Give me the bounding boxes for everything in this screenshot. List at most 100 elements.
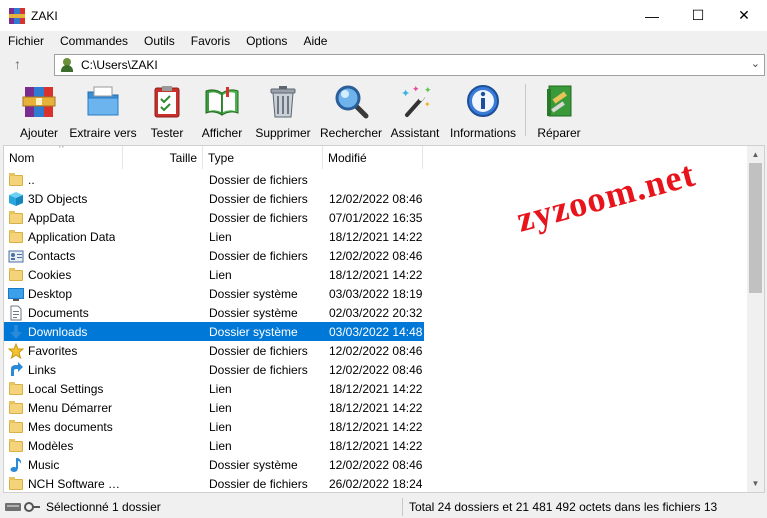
- table-row[interactable]: Mes documents Lien 18/12/2021 14:22: [4, 417, 748, 436]
- search-label: Rechercher: [319, 126, 383, 140]
- scroll-up-arrow[interactable]: ▲: [747, 146, 764, 163]
- table-row[interactable]: Application Data Lien 18/12/2021 14:22: [4, 227, 748, 246]
- status-separator: [402, 498, 403, 516]
- address-path: C:\Users\ZAKI: [81, 58, 158, 72]
- address-dropdown-icon[interactable]: ⌄: [751, 57, 760, 70]
- toolbar-separator: [525, 84, 526, 136]
- cell-name: Downloads: [4, 324, 123, 340]
- cell-type: Lien: [209, 419, 232, 434]
- file-name: Mes documents: [28, 419, 113, 434]
- table-row-selected[interactable]: Downloads Dossier système 03/03/2022 14:48: [4, 322, 424, 341]
- folder-icon: [8, 381, 24, 397]
- extract-to-button[interactable]: Extraire vers: [69, 80, 137, 140]
- status-bar: Sélectionné 1 dossier Total 24 dossiers …: [0, 496, 767, 518]
- cell-modified: 12/02/2022 08:46: [329, 343, 423, 358]
- cell-modified: 18/12/2021 14:22: [329, 438, 423, 453]
- column-size-header[interactable]: Taille: [123, 146, 203, 169]
- view-button[interactable]: Afficher: [198, 80, 246, 140]
- toolbar: Ajouter Extraire vers Tester Afficher Su…: [0, 80, 767, 140]
- cell-name: Cookies: [4, 267, 123, 283]
- cell-name: Documents: [4, 305, 123, 321]
- folder-icon: [8, 438, 24, 454]
- cell-modified: 18/12/2021 14:22: [329, 400, 423, 415]
- minimize-button[interactable]: —: [629, 0, 675, 31]
- cell-name: Contacts: [4, 248, 123, 264]
- table-row[interactable]: Modèles Lien 18/12/2021 14:22: [4, 436, 748, 455]
- cell-type: Dossier de fichiers: [209, 343, 308, 358]
- folder-icon: [8, 210, 24, 226]
- cell-type: Lien: [209, 267, 232, 282]
- scrollbar-thumb[interactable]: [749, 163, 762, 293]
- column-modified-header[interactable]: Modifié: [323, 146, 423, 169]
- cell-name: Music: [4, 457, 123, 473]
- menu-outils[interactable]: Outils: [136, 34, 183, 48]
- menu-commandes[interactable]: Commandes: [52, 34, 136, 48]
- file-name: Modèles: [28, 438, 74, 453]
- cell-name: 3D Objects: [4, 191, 123, 207]
- table-row[interactable]: Links Dossier de fichiers 12/02/2022 08:46: [4, 360, 748, 379]
- vertical-scrollbar[interactable]: ▲ ▼: [747, 146, 764, 492]
- download-arrow-icon: [8, 324, 24, 340]
- winrar-app-icon: [9, 7, 25, 24]
- column-name-header[interactable]: ^ Nom: [4, 146, 123, 169]
- cell-modified: 12/02/2022 08:46: [329, 191, 423, 206]
- info-button[interactable]: Informations: [448, 80, 518, 140]
- cell-modified: 03/03/2022 18:19: [329, 286, 423, 301]
- table-row[interactable]: Documents Dossier système 02/03/2022 20:32: [4, 303, 748, 322]
- table-row[interactable]: Favorites Dossier de fichiers 12/02/2022 0…: [4, 341, 748, 360]
- table-row[interactable]: Contacts Dossier de fichiers 12/02/2022 08…: [4, 246, 748, 265]
- repair-label: Réparer: [537, 126, 581, 140]
- table-row[interactable]: Desktop Dossier système 03/03/2022 18:19: [4, 284, 748, 303]
- cell-type: Dossier de fichiers: [209, 172, 308, 187]
- table-row[interactable]: Cookies Lien 18/12/2021 14:22: [4, 265, 748, 284]
- cell-modified: 18/12/2021 14:22: [329, 419, 423, 434]
- cell-type: Dossier système: [209, 457, 298, 472]
- documents-icon: [8, 305, 24, 321]
- repair-button[interactable]: Réparer: [535, 80, 583, 140]
- scroll-down-arrow[interactable]: ▼: [747, 475, 764, 492]
- wizard-button[interactable]: ✦ ✦ ✦ ✦ Assistant: [389, 80, 441, 140]
- maximize-button[interactable]: ☐: [675, 0, 721, 31]
- magnifier-icon: [333, 83, 369, 119]
- table-row[interactable]: Local Settings Lien 18/12/2021 14:22: [4, 379, 748, 398]
- extract-to-label: Extraire vers: [69, 126, 137, 140]
- folder-icon: [8, 476, 24, 492]
- sort-ascending-icon: ^: [59, 145, 64, 154]
- menu-aide[interactable]: Aide: [295, 34, 335, 48]
- status-selection: Sélectionné 1 dossier: [46, 500, 161, 514]
- table-row[interactable]: Menu Démarrer Lien 18/12/2021 14:22: [4, 398, 748, 417]
- file-name: Favorites: [28, 343, 78, 358]
- first-aid-book-icon: [541, 83, 577, 119]
- info-icon: [465, 83, 501, 119]
- archive-books-icon: [21, 83, 57, 119]
- up-folder-button[interactable]: ↑: [14, 56, 21, 72]
- cell-type: Dossier de fichiers: [209, 362, 308, 377]
- magic-wand-icon: ✦ ✦ ✦ ✦: [397, 83, 433, 119]
- window-title: ZAKI: [31, 8, 58, 23]
- table-row[interactable]: NCH Software S... Dossier de fichiers 26/0…: [4, 474, 748, 492]
- column-type-header[interactable]: Type: [203, 146, 323, 169]
- table-row[interactable]: Music Dossier système 12/02/2022 08:46: [4, 455, 748, 474]
- cell-name: Desktop: [4, 286, 123, 302]
- clipboard-check-icon: [149, 83, 185, 119]
- cell-name: Application Data: [4, 229, 123, 245]
- delete-label: Supprimer: [255, 126, 311, 140]
- test-button[interactable]: Tester: [145, 80, 189, 140]
- cell-name: Favorites: [4, 342, 123, 359]
- table-row[interactable]: AppData Dossier de fichiers 07/01/2022 16:…: [4, 208, 748, 227]
- close-button[interactable]: ✕: [721, 0, 767, 31]
- cell-name: Menu Démarrer: [4, 400, 123, 416]
- menu-fichier[interactable]: Fichier: [0, 34, 52, 48]
- file-name: Desktop: [28, 286, 73, 301]
- menu-options[interactable]: Options: [238, 34, 295, 48]
- add-button[interactable]: Ajouter: [17, 80, 61, 140]
- search-button[interactable]: Rechercher: [319, 80, 383, 140]
- cell-type: Lien: [209, 381, 232, 396]
- status-total: Total 24 dossiers et 21 481 492 octets d…: [409, 500, 718, 514]
- address-field[interactable]: C:\Users\ZAKI ⌄: [54, 54, 765, 76]
- view-label: Afficher: [201, 126, 243, 140]
- title-bar: ZAKI — ☐ ✕: [0, 0, 767, 31]
- menu-favoris[interactable]: Favoris: [183, 34, 238, 48]
- delete-button[interactable]: Supprimer: [253, 80, 313, 140]
- cell-name: Modèles: [4, 438, 123, 454]
